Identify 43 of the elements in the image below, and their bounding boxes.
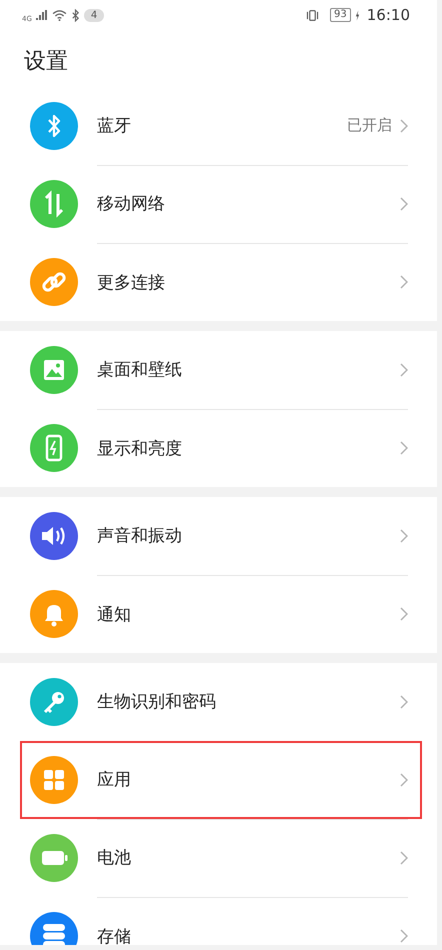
item-label: 桌面和壁纸 xyxy=(97,359,183,381)
signal-icon xyxy=(36,10,48,20)
charging-icon xyxy=(354,10,360,20)
item-label: 显示和亮度 xyxy=(97,438,183,460)
item-label: 通知 xyxy=(97,604,132,626)
item-label: 存储 xyxy=(97,926,132,945)
battery-level: 93 xyxy=(330,8,351,22)
chevron-icon xyxy=(400,362,408,376)
chevron-icon xyxy=(400,528,408,542)
clock: 16:10 xyxy=(366,6,410,24)
chevron-icon xyxy=(400,118,408,132)
settings-item[interactable]: 存储 xyxy=(0,897,437,945)
chevron-icon xyxy=(400,196,408,210)
item-label: 应用 xyxy=(97,769,132,791)
chevron-icon xyxy=(400,772,408,786)
settings-item[interactable]: 显示和亮度 xyxy=(0,409,437,487)
item-label: 声音和振动 xyxy=(97,525,183,547)
item-label: 移动网络 xyxy=(97,193,166,215)
item-label: 电池 xyxy=(97,847,132,869)
item-label: 生物识别和密码 xyxy=(97,691,217,713)
chevron-icon xyxy=(400,694,408,708)
page-title: 设置 xyxy=(0,30,437,87)
settings-item[interactable]: 更多连接 xyxy=(0,243,437,321)
bluetooth-icon xyxy=(70,8,80,22)
settings-item[interactable]: 应用 xyxy=(20,741,422,819)
chevron-icon xyxy=(400,275,408,289)
settings-item[interactable]: 通知 xyxy=(0,575,437,653)
notification-count: 4 xyxy=(84,8,104,22)
settings-item[interactable]: 移动网络 xyxy=(0,165,437,243)
settings-item[interactable]: 桌面和壁纸 xyxy=(0,331,437,409)
settings-item[interactable]: 声音和振动 xyxy=(0,497,437,575)
chevron-icon xyxy=(400,850,408,864)
chevron-icon xyxy=(400,929,408,943)
item-label: 更多连接 xyxy=(97,272,166,294)
settings-item[interactable]: 蓝牙 已开启 xyxy=(0,87,437,165)
settings-item[interactable]: 生物识别和密码 xyxy=(0,663,437,741)
item-status: 已开启 xyxy=(347,116,392,135)
chevron-icon xyxy=(400,441,408,455)
wifi-icon xyxy=(52,10,67,20)
vibrate-icon xyxy=(305,10,320,20)
settings-item[interactable]: 电池 xyxy=(0,819,437,897)
item-label: 蓝牙 xyxy=(97,115,132,137)
chevron-icon xyxy=(400,607,408,621)
